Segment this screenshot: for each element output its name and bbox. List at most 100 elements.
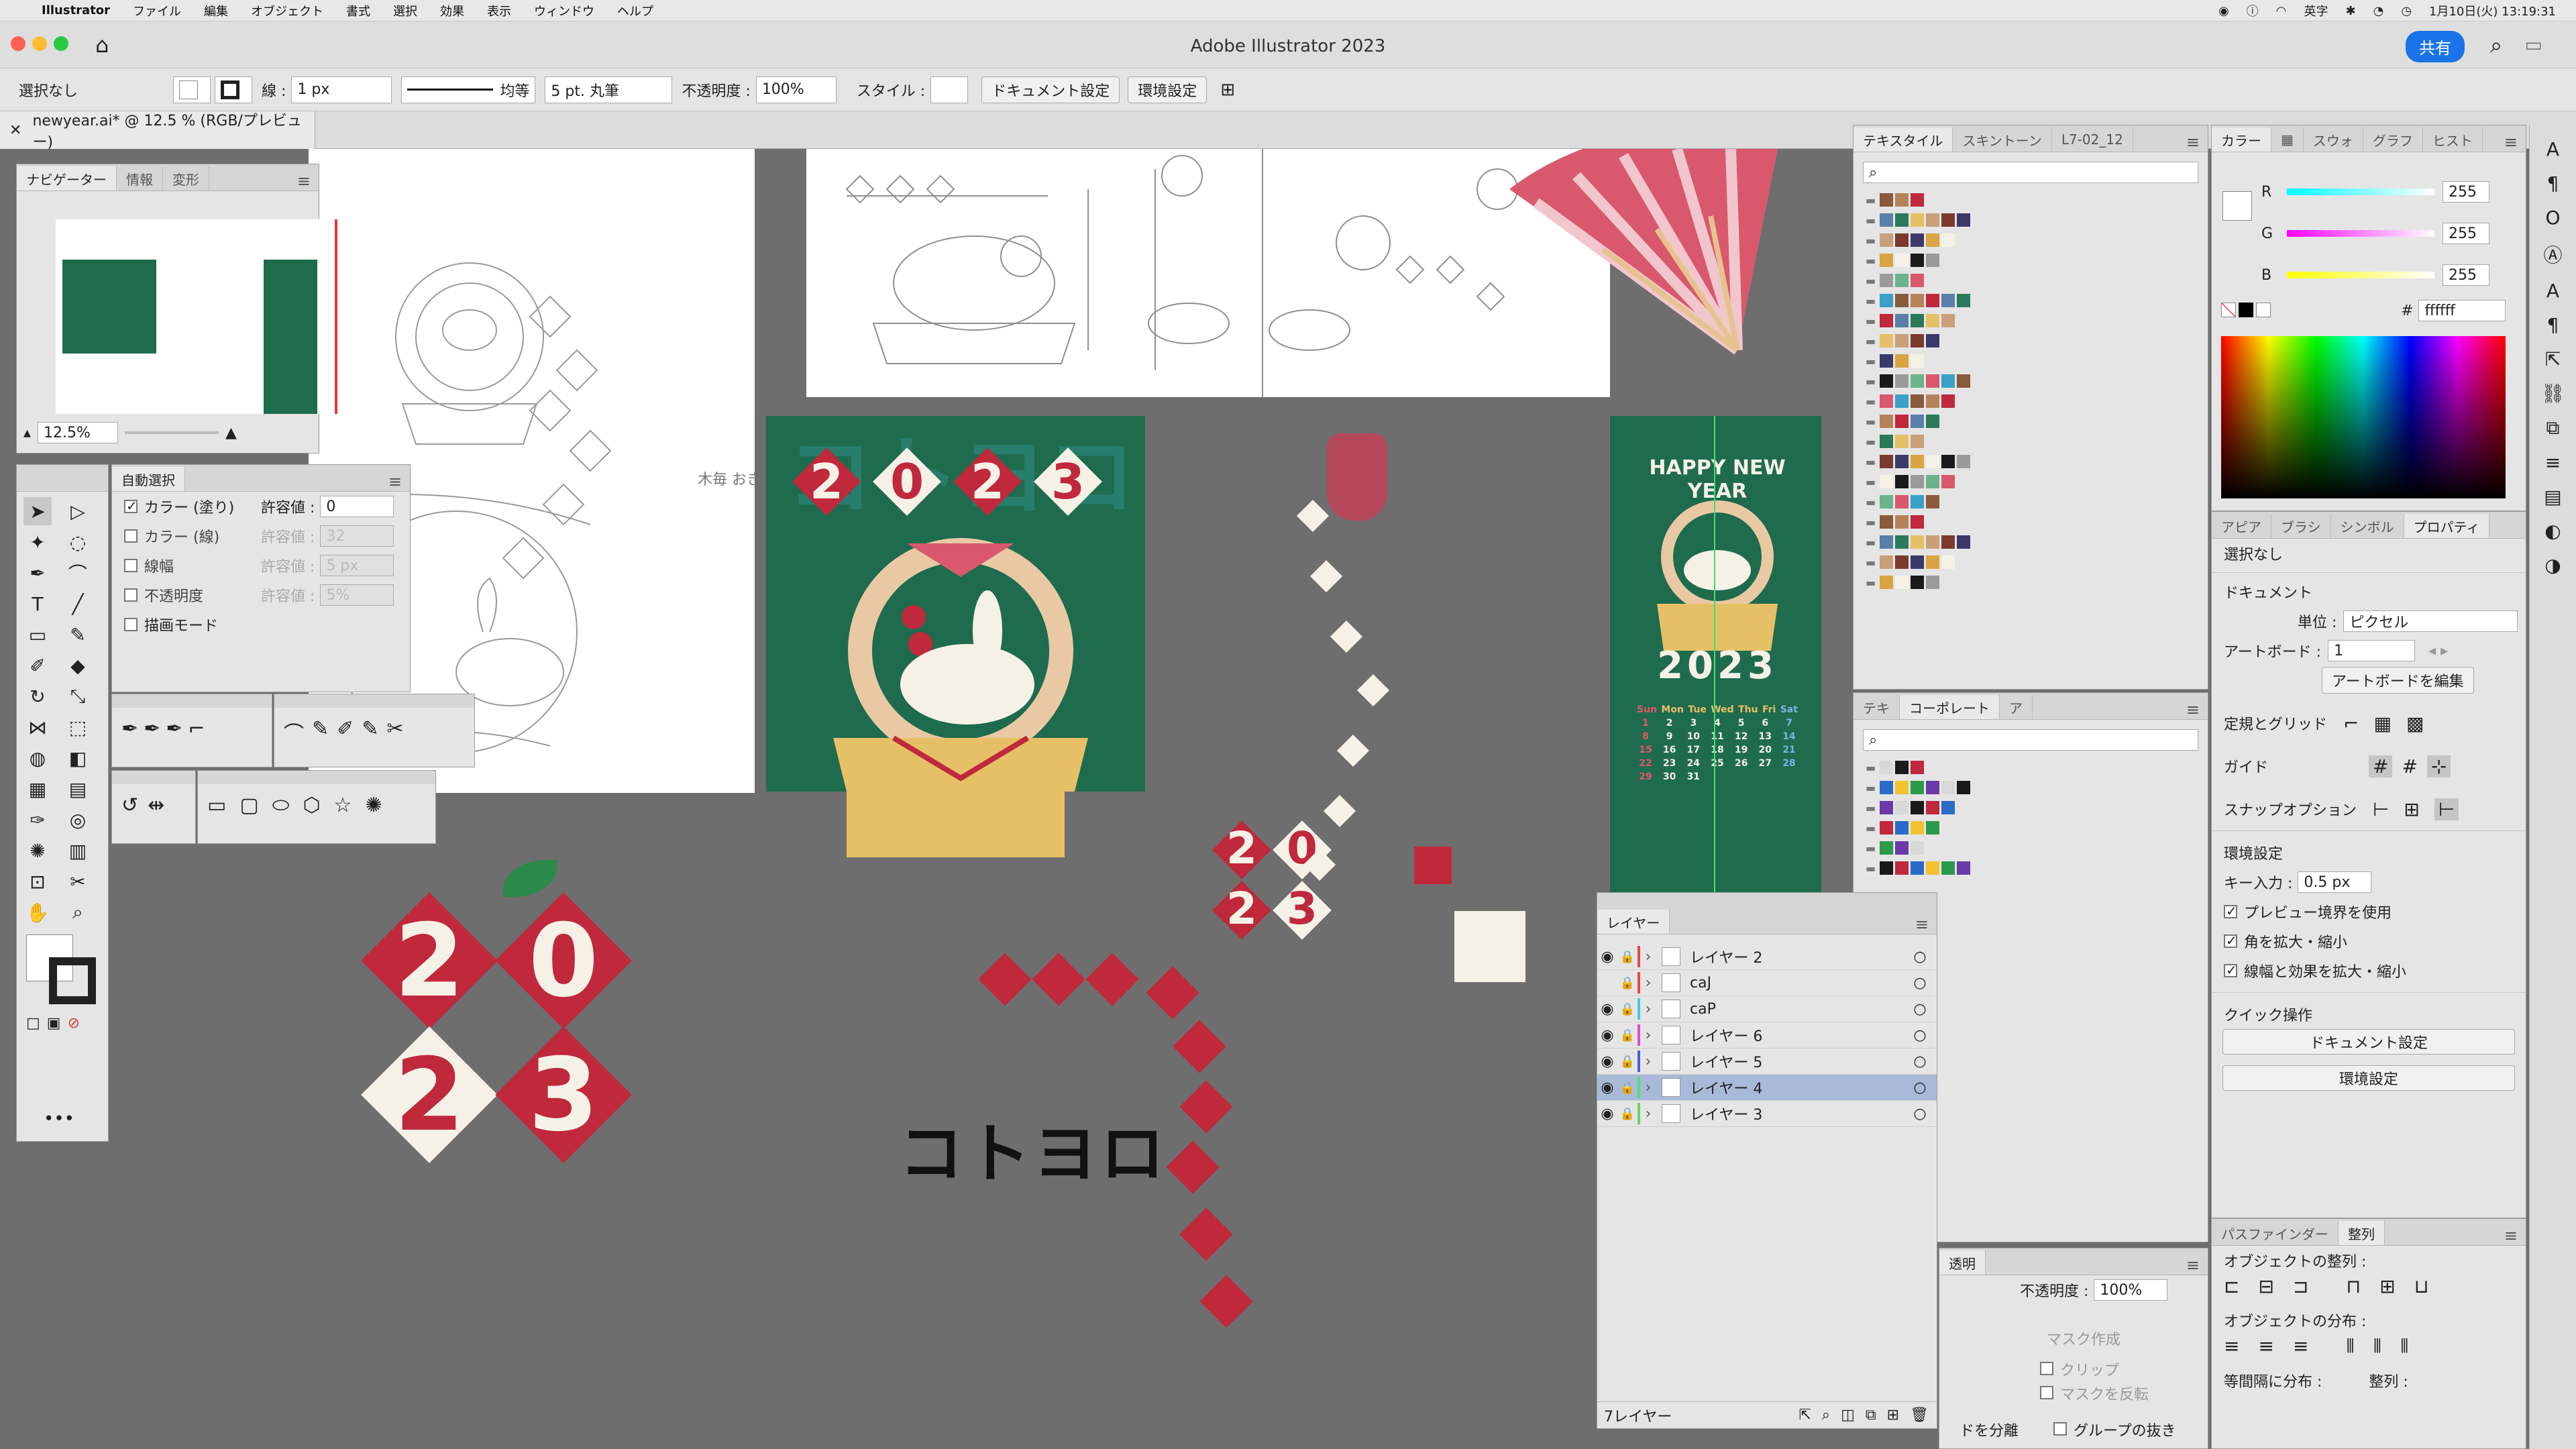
color-swatch[interactable] <box>1911 555 1925 569</box>
color-swatch[interactable] <box>1895 334 1909 347</box>
color-swatch[interactable] <box>1911 233 1925 247</box>
glyphs-panel-icon[interactable]: Ⓐ <box>2543 241 2562 268</box>
align-right-icon[interactable]: ⊐ <box>2293 1275 2308 1297</box>
color-swatch[interactable] <box>1911 861 1925 875</box>
color-swatch[interactable] <box>1911 576 1925 589</box>
snap-pixel-icon[interactable]: ⊢ <box>2434 798 2459 820</box>
tab-l7[interactable]: L7-02_12 <box>2052 127 2133 152</box>
align-top-icon[interactable]: ⊓ <box>2346 1275 2361 1297</box>
layer-name[interactable]: caP <box>1690 1001 1903 1018</box>
color-swatch[interactable] <box>1911 761 1925 774</box>
black-color-chip[interactable] <box>2239 303 2253 317</box>
color-swatch[interactable] <box>1880 435 1894 448</box>
star-tool-icon[interactable]: ☆ <box>334 794 352 817</box>
layer-target-icon[interactable]: ○ <box>1903 1079 1937 1096</box>
channel-slider[interactable] <box>2287 189 2434 195</box>
color-swatch[interactable] <box>1957 455 1971 468</box>
color-swatch[interactable] <box>1941 374 1955 388</box>
visibility-eye-icon[interactable]: ◉ <box>1597 1001 1617 1018</box>
color-swatch[interactable] <box>1880 213 1894 227</box>
ruler-icon[interactable]: ⌐ <box>2343 712 2359 735</box>
color-swatch[interactable] <box>1911 435 1925 448</box>
color-swatch[interactable] <box>1911 334 1925 347</box>
color-swatch[interactable] <box>1941 475 1955 488</box>
column-graph-tool-icon[interactable]: ▥ <box>64 837 92 865</box>
color-swatch[interactable] <box>1895 435 1909 448</box>
option-checkbox[interactable] <box>124 588 138 602</box>
direct-selection-tool-icon[interactable]: ▷ <box>64 497 92 525</box>
width-tool-icon[interactable]: ⋈ <box>23 713 52 741</box>
color-swatch[interactable] <box>1880 821 1894 835</box>
layer-target-icon[interactable]: ○ <box>1903 975 1937 991</box>
color-swatch[interactable] <box>1911 415 1925 428</box>
tab-histogram[interactable]: ヒスト <box>2423 127 2483 152</box>
color-swatch[interactable] <box>1926 415 1940 428</box>
smart-guides-icon[interactable]: ⊹ <box>2426 755 2451 777</box>
scattered-diamond-letters[interactable] <box>973 947 1254 1363</box>
align-bottom-icon[interactable]: ⊔ <box>2414 1275 2429 1297</box>
color-swatch[interactable] <box>1941 535 1955 549</box>
layer-row[interactable]: ◉ 🔒 › レイヤー 4 ○ <box>1597 1075 1937 1101</box>
color-swatch[interactable] <box>1880 455 1894 468</box>
align-left-icon[interactable]: ⊏ <box>2224 1275 2239 1297</box>
lock-icon[interactable]: 🔒 <box>1617 976 1638 990</box>
color-swatch[interactable] <box>1941 213 1955 227</box>
distribute-bottom-icon[interactable]: ≡ <box>2293 1335 2308 1358</box>
live-paint-tool-icon[interactable]: ◧ <box>64 744 92 772</box>
layer-name[interactable]: レイヤー 5 <box>1690 1051 1903 1072</box>
headphones-icon[interactable]: ◠ <box>2276 4 2287 18</box>
free-transform-tool-icon[interactable]: ⬚ <box>64 713 92 741</box>
color-swatch[interactable] <box>1926 535 1940 549</box>
vertical-diamond-letters[interactable] <box>1275 498 1436 954</box>
layer-row[interactable]: ◉ 🔒 › レイヤー 5 ○ <box>1597 1049 1937 1075</box>
export-panel-icon[interactable]: ⇱ <box>2545 348 2561 370</box>
links-panel-icon[interactable]: ⛓ <box>2541 382 2565 405</box>
color-swatch[interactable] <box>1911 821 1925 835</box>
share-button[interactable]: 共有 <box>2406 31 2465 62</box>
layer-target-icon[interactable]: ○ <box>1903 1053 1937 1070</box>
color-swatch[interactable] <box>1911 781 1925 794</box>
tab-pathfinder[interactable]: パスファインダー <box>2212 1221 2339 1245</box>
preferences-button[interactable]: 環境設定 <box>1128 76 1208 103</box>
artboards-panel-icon[interactable]: ⧉ <box>2546 417 2560 439</box>
color-swatch[interactable] <box>1926 334 1940 347</box>
edit-artboard-button[interactable]: アートボードを編集 <box>2322 667 2474 694</box>
artboard-nav-icon[interactable]: ◂ ▸ <box>2428 643 2448 659</box>
layer-row[interactable]: ◉ 🔒 › レイヤー 2 ○ <box>1597 944 1937 970</box>
color-swatch[interactable] <box>1895 821 1909 835</box>
cream-swatch-square[interactable] <box>1454 911 1525 982</box>
lock-icon[interactable]: 🔒 <box>1617 1055 1638 1069</box>
quick-document-setup-button[interactable]: ドキュメント設定 <box>2222 1029 2515 1055</box>
artboard-tool-icon[interactable]: ⊡ <box>23 867 52 896</box>
tab-layers[interactable]: レイヤー <box>1597 910 1670 934</box>
layer-row[interactable]: ◉ 🔒 › caP ○ <box>1597 996 1937 1022</box>
zoom-in-icon[interactable]: ▲ <box>225 425 237 441</box>
color-spectrum[interactable] <box>2221 336 2506 498</box>
color-swatch[interactable] <box>1895 781 1909 794</box>
polygon-tool-icon[interactable]: ⬡ <box>303 794 320 817</box>
stroke-color-swatch[interactable] <box>215 76 252 103</box>
opacity-field[interactable]: 100% <box>755 76 837 103</box>
add-anchor-icon[interactable]: ✒ <box>144 717 160 741</box>
panel-menu-icon[interactable]: ≡ <box>297 172 311 191</box>
color-swatch[interactable] <box>1880 841 1894 855</box>
expand-chevron-icon[interactable]: › <box>1640 1079 1656 1096</box>
swatch-search-input[interactable]: ⌕ <box>1863 162 2198 183</box>
color-swatch[interactable] <box>1895 861 1909 875</box>
color-swatch[interactable] <box>1941 555 1955 569</box>
color-swatch[interactable] <box>1941 801 1955 814</box>
layer-target-icon[interactable]: ○ <box>1903 1001 1937 1018</box>
white-color-chip[interactable] <box>2256 303 2271 317</box>
gradient-mode-icon[interactable]: ▣ <box>47 1015 61 1032</box>
document-setup-button[interactable]: ドキュメント設定 <box>981 76 1120 103</box>
color-swatch[interactable] <box>1880 555 1894 569</box>
transparency-grid-icon[interactable]: ▩ <box>2406 712 2424 735</box>
color-swatch[interactable] <box>1895 193 1909 207</box>
color-swatch[interactable] <box>1911 354 1925 368</box>
new-sublayer-icon[interactable]: ⧉ <box>1866 1407 1876 1424</box>
option-checkbox[interactable] <box>124 529 138 543</box>
rotate-tool-icon[interactable]: ↺ <box>121 794 138 817</box>
color-swatch[interactable] <box>1895 455 1909 468</box>
layer-target-icon[interactable]: ○ <box>1903 1027 1937 1044</box>
hand-tool-icon[interactable]: ✋ <box>23 898 52 926</box>
